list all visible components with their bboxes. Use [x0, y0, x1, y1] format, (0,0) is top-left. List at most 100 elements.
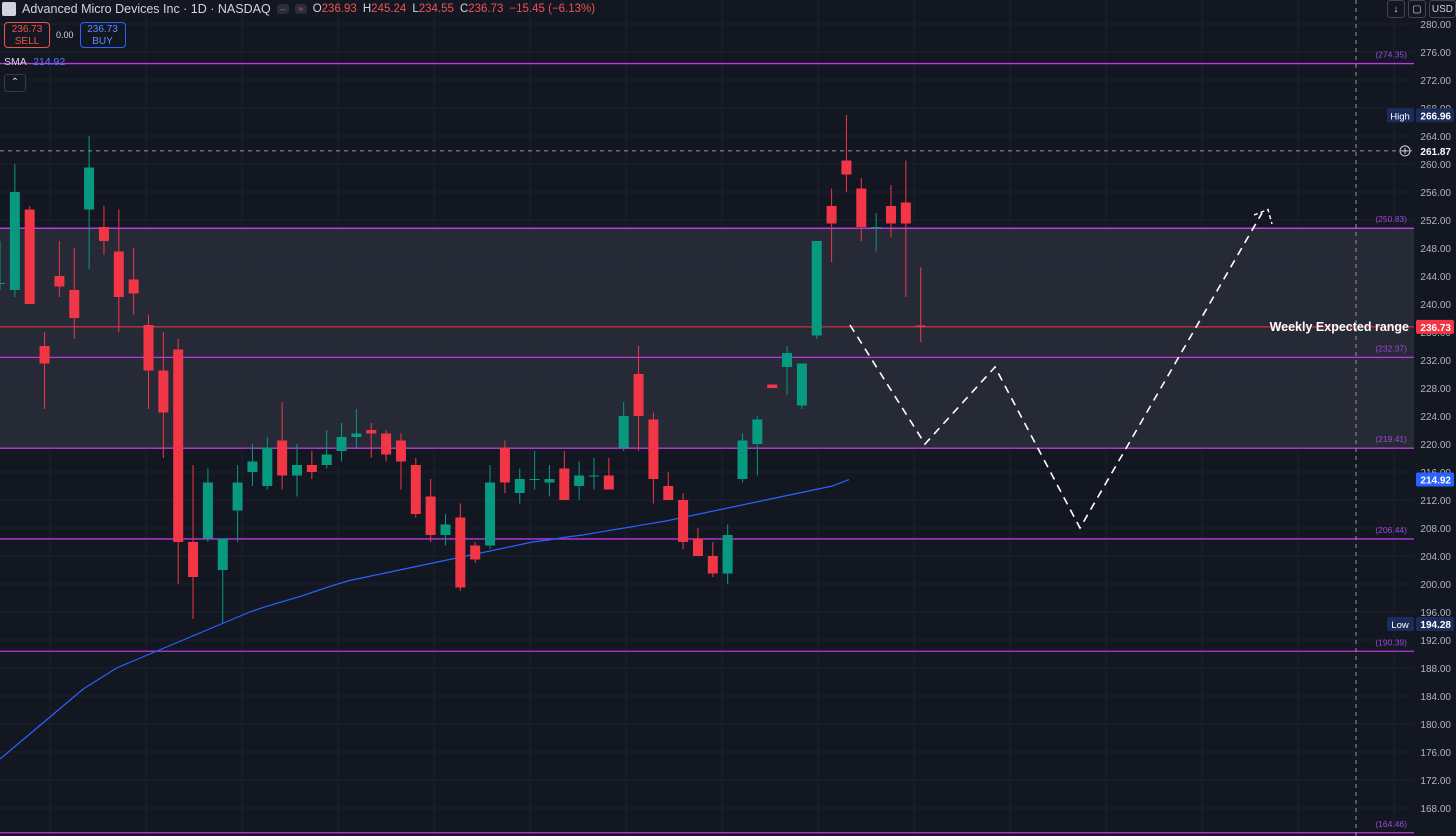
- level-label: (219.41): [1375, 434, 1407, 444]
- axis-tick-label: 180.00: [1420, 720, 1451, 731]
- candle-body: [589, 475, 599, 477]
- ohlc-values: O236.93 H245.24 L234.55 C236.73 −15.45 (−6.1…: [313, 3, 595, 15]
- axis-tick-label: 212.00: [1420, 496, 1451, 507]
- candle-body: [292, 465, 302, 476]
- candle-body: [871, 227, 882, 228]
- candle-body: [351, 433, 362, 437]
- buy-price: 236.73: [87, 24, 118, 35]
- level-label: (190.39): [1375, 637, 1407, 647]
- ohlc-item: H245.24: [363, 3, 407, 15]
- axis-tick-label: 248.00: [1420, 244, 1451, 255]
- weekly-expected-range-box: [0, 227, 1414, 449]
- ohlc-item: O236.93: [313, 3, 357, 15]
- candle-body: [470, 545, 481, 560]
- candle-body: [217, 538, 228, 570]
- candle-body: [188, 542, 199, 577]
- high-word: High: [1390, 111, 1410, 122]
- candle-body: [98, 227, 109, 241]
- minus-icon[interactable]: –: [276, 4, 289, 14]
- ohlc-item: L234.55: [412, 3, 454, 15]
- arrow-down-icon[interactable]: ↓: [1386, 0, 1405, 18]
- axis-tick-label: 204.00: [1420, 552, 1451, 563]
- candle-body: [900, 202, 911, 224]
- fullscreen-icon[interactable]: ▢: [1407, 0, 1426, 18]
- axis-tick-label: 256.00: [1420, 188, 1451, 199]
- sma-name: SMA: [4, 56, 27, 68]
- ohlc-key: O: [312, 3, 322, 15]
- price-chart[interactable]: 168.00 172.00 176.00 180.00 184.00 188.00 192.…: [0, 0, 1456, 836]
- axis-tick-label: 188.00: [1420, 664, 1451, 675]
- sell-price: 236.73: [11, 24, 43, 35]
- axis-tick-label: 264.00: [1420, 132, 1451, 143]
- candle-body: [366, 430, 377, 434]
- candle-body: [559, 468, 570, 500]
- axis-tick-label: 184.00: [1420, 692, 1451, 703]
- symbol-title[interactable]: Advanced Micro Devices Inc · 1D · NASDAQ: [22, 2, 271, 16]
- candle-body: [529, 479, 540, 480]
- sma-legend[interactable]: SMA 214.92: [4, 56, 65, 68]
- candle-body: [202, 482, 213, 539]
- ohlc-value: 236.73: [468, 3, 504, 15]
- sell-button[interactable]: 236.73 SELL: [4, 22, 50, 48]
- candle-body: [262, 447, 273, 486]
- candle-body: [395, 440, 406, 462]
- expected-range-rect: [0, 228, 1414, 449]
- candle-body: [143, 325, 154, 371]
- candle-body: [128, 279, 139, 294]
- ohlc-key: C: [459, 3, 469, 15]
- candle-body: [752, 419, 763, 444]
- level-label: (232.37): [1375, 343, 1407, 353]
- axis-tick-label: 172.00: [1420, 776, 1451, 787]
- axis-tick-label: 260.00: [1420, 160, 1451, 171]
- candle-body: [455, 517, 466, 588]
- top-right-buttons: ↓ ▢ USD: [1386, 0, 1456, 18]
- axis-tick-label: 228.00: [1420, 384, 1451, 395]
- ohlc-value: 245.24: [371, 3, 407, 15]
- candle-body: [113, 251, 124, 297]
- buy-button[interactable]: 236.73 BUY: [79, 22, 126, 48]
- candle-body: [678, 500, 689, 542]
- axis-tick-label: 232.00: [1420, 356, 1451, 367]
- candle-body: [796, 363, 807, 406]
- axis-tick-label: 240.00: [1420, 300, 1451, 311]
- candle-body: [886, 206, 896, 224]
- candle-body: [648, 419, 659, 479]
- axis-tick-label: 280.00: [1420, 20, 1451, 31]
- candle-body: [232, 482, 243, 511]
- sell-label: SELL: [14, 36, 40, 47]
- candle-body: [663, 486, 674, 500]
- candle-body: [54, 276, 65, 287]
- ohlc-key: H: [362, 3, 372, 15]
- axis-tick-label: 252.00: [1420, 216, 1451, 227]
- candle-body: [425, 496, 436, 535]
- candle-body: [485, 482, 496, 546]
- axis-tick-label: 208.00: [1420, 524, 1451, 535]
- level-label: (164.46): [1375, 819, 1407, 829]
- wave-icon[interactable]: ≈: [294, 4, 307, 14]
- candle-body: [544, 479, 555, 483]
- candle-body: [915, 325, 926, 327]
- axis-tick-label: 244.00: [1420, 272, 1451, 283]
- currency-button[interactable]: USD: [1428, 0, 1456, 18]
- candle-body: [633, 374, 644, 416]
- ohlc-value: 234.55: [418, 3, 454, 15]
- candle-body: [336, 437, 347, 451]
- level-label: (250.83): [1375, 214, 1407, 224]
- buy-label: BUY: [92, 36, 113, 47]
- axis-tick-label: 272.00: [1420, 76, 1451, 87]
- candle-body: [618, 416, 629, 448]
- collapse-legend-button[interactable]: ⌃: [4, 74, 26, 92]
- candle-body: [826, 206, 837, 224]
- candle-body: [0, 283, 5, 284]
- high-price-tag: 266.96: [1420, 111, 1451, 122]
- candle-body: [722, 535, 733, 574]
- candle-body: [811, 241, 822, 336]
- axis-tick-label: 176.00: [1420, 748, 1451, 759]
- level-label: (206.44): [1375, 525, 1407, 535]
- crosshair-price-tag: 261.87: [1420, 147, 1451, 158]
- axis-tick-label: 276.00: [1420, 48, 1451, 59]
- candle-body: [24, 209, 35, 304]
- candle-body: [841, 160, 852, 175]
- candle-body: [321, 454, 332, 465]
- candle-body: [574, 475, 585, 486]
